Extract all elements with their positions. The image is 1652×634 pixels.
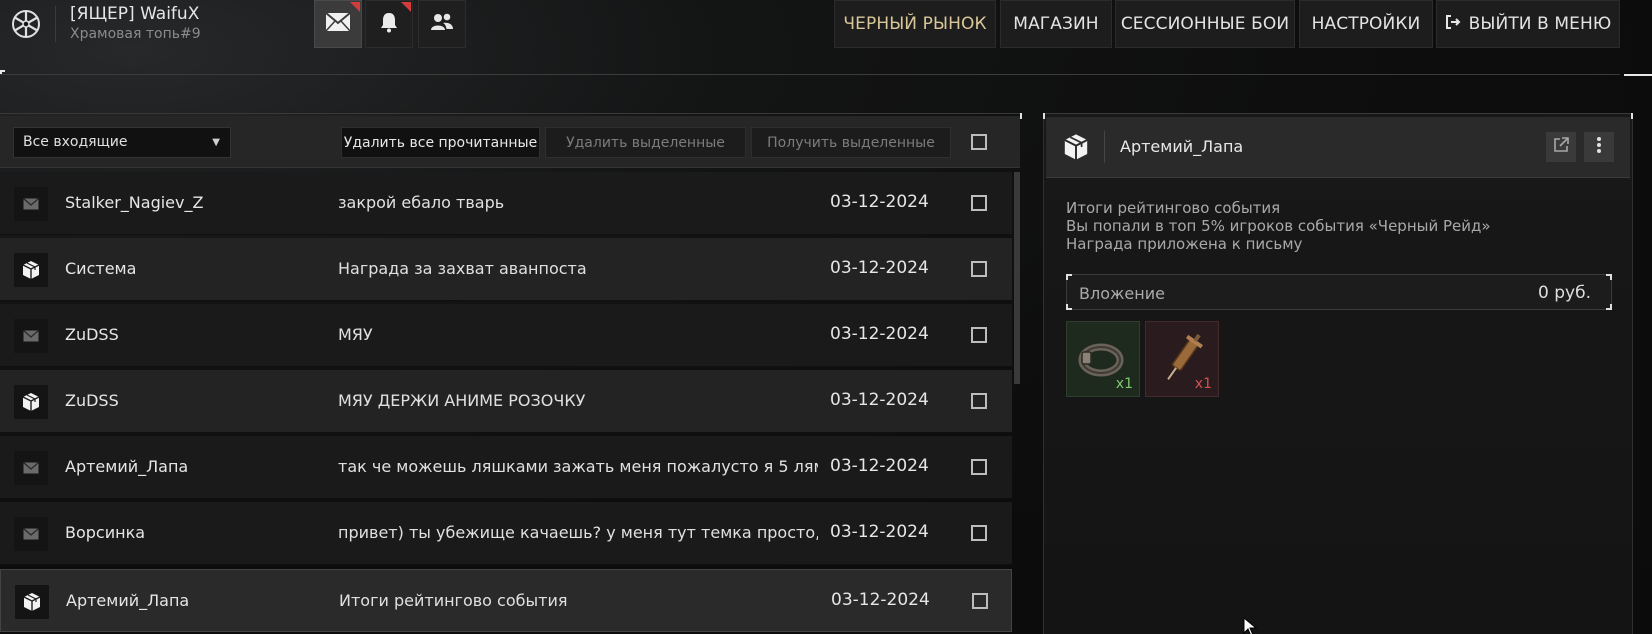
get-selected-button[interactable]: Получить выделенные	[751, 127, 951, 158]
frame-corner	[1631, 113, 1633, 119]
message-date: 03-12-2024	[830, 192, 929, 212]
message-subject: так че можешь ляшками зажать меня пожалу…	[338, 457, 818, 476]
delete-all-read-button[interactable]: Удалить все прочитанные	[341, 127, 540, 158]
message-subject: Итоги рейтингово события	[339, 591, 568, 610]
attachment-bar: Вложение 0 руб.	[1066, 274, 1612, 310]
player-rank: Храмовая топь#9	[70, 26, 201, 42]
message-row[interactable]: Артемий_Лапа так че можешь ляшками зажат…	[0, 436, 1012, 499]
mail-notification-badge	[350, 2, 360, 12]
select-all-checkbox[interactable]	[971, 134, 987, 150]
message-date: 03-12-2024	[830, 456, 929, 476]
frame-corner	[1020, 113, 1022, 119]
open-external-button[interactable]	[1546, 132, 1576, 162]
message-sender: Ворсинка	[65, 523, 146, 542]
nav-settings[interactable]: НАСТРОЙКИ	[1299, 0, 1433, 48]
exit-label: ВЫЙТИ В МЕНЮ	[1468, 14, 1612, 34]
message-list: Stalker_Nagiev_Z закрой ебало тварь 03-1…	[0, 172, 1012, 634]
exit-icon	[1445, 14, 1461, 35]
message-subject: МЯУ	[338, 325, 373, 344]
message-body: Итоги рейтингово события Вы попали в топ…	[1066, 199, 1606, 253]
message-row[interactable]: Ворсинка привет) ты убежище качаешь? у м…	[0, 502, 1012, 565]
message-subject: закрой ебало тварь	[338, 193, 505, 212]
message-body-line: Итоги рейтингово события	[1066, 199, 1281, 217]
exit-to-menu-button[interactable]: ВЫЙТИ В МЕНЮ	[1436, 0, 1620, 48]
message-sender: ZuDSS	[65, 391, 119, 410]
message-row[interactable]: Система Награда за захват аванпоста 03-1…	[0, 238, 1012, 301]
message-date: 03-12-2024	[830, 258, 929, 278]
message-subject: привет) ты убежище качаешь? у меня тут т…	[338, 523, 818, 542]
game-logo-icon[interactable]	[10, 8, 42, 40]
frame-corner	[1043, 113, 1045, 119]
friends-button[interactable]	[418, 0, 466, 48]
caret-down-icon: ▼	[212, 137, 220, 148]
message-row[interactable]: ZuDSS МЯУ ДЕРЖИ АНИМЕ РОЗОЧКУ 03-12-2024	[0, 370, 1012, 433]
message-detail-header: Артемий_Лапа	[1046, 117, 1630, 178]
package-icon	[14, 385, 48, 419]
message-date: 03-12-2024	[830, 522, 929, 542]
message-sender: Артемий_Лапа	[66, 591, 190, 610]
header-divider	[1104, 131, 1105, 163]
bell-notification-badge	[401, 2, 411, 12]
external-link-icon	[1552, 136, 1570, 158]
header-divider	[0, 74, 1620, 75]
message-subject: МЯУ ДЕРЖИ АНИМЕ РОЗОЧКУ	[338, 391, 586, 410]
mouse-cursor-icon	[1243, 616, 1258, 634]
attachment-item[interactable]: x1	[1066, 321, 1140, 397]
message-checkbox[interactable]	[971, 327, 987, 343]
message-date: 03-12-2024	[830, 324, 929, 344]
nav-session-battles[interactable]: СЕССИОННЫЕ БОИ	[1115, 0, 1295, 48]
nav-shop[interactable]: МАГАЗИН	[1000, 0, 1112, 48]
message-checkbox[interactable]	[971, 195, 987, 211]
package-icon	[1060, 131, 1092, 163]
envelope-icon	[14, 451, 48, 485]
notifications-button[interactable]	[365, 0, 413, 48]
inbox-frame-line	[0, 113, 1022, 114]
message-row[interactable]: Stalker_Nagiev_Z закрой ебало тварь 03-1…	[0, 172, 1012, 235]
attachment-value: 0 руб.	[1538, 283, 1591, 303]
message-body-line: Вы попали в топ 5% игроков события «Черн…	[1066, 217, 1491, 235]
detail-frame-line	[1043, 113, 1633, 114]
envelope-icon	[14, 187, 48, 221]
message-checkbox[interactable]	[972, 593, 988, 609]
message-list-scrollbar[interactable]	[1014, 172, 1020, 384]
message-subject: Награда за захват аванпоста	[338, 259, 587, 278]
frame-corner	[1624, 74, 1652, 76]
message-row-selected[interactable]: Артемий_Лапа Итоги рейтингово события 03…	[0, 569, 1012, 632]
message-date: 03-12-2024	[831, 590, 930, 610]
message-date: 03-12-2024	[830, 390, 929, 410]
top-bar: [ЯЩЕР] WaifuX Храмовая топь#9 ЧЕРНЫЙ РЫН…	[0, 0, 1652, 49]
inbox-filter-select[interactable]: Все входящие ▼	[13, 127, 231, 158]
message-body-line: Награда приложена к письму	[1066, 235, 1303, 253]
attachment-item[interactable]: x1	[1145, 321, 1219, 397]
message-checkbox[interactable]	[971, 459, 987, 475]
delete-selected-button[interactable]: Удалить выделенные	[545, 127, 746, 158]
player-name: [ЯЩЕР] WaifuX	[70, 4, 200, 24]
friends-icon	[430, 12, 454, 36]
item-quantity: x1	[1194, 376, 1212, 392]
detail-sender: Артемий_Лапа	[1120, 137, 1244, 156]
message-sender: Артемий_Лапа	[65, 457, 189, 476]
message-sender: Stalker_Nagiev_Z	[65, 193, 204, 212]
message-checkbox[interactable]	[971, 525, 987, 541]
more-options-button[interactable]	[1584, 132, 1614, 162]
nav-black-market[interactable]: ЧЕРНЫЙ РЫНОК	[834, 0, 996, 48]
message-sender: ZuDSS	[65, 325, 119, 344]
mail-icon	[325, 12, 351, 36]
message-row[interactable]: ZuDSS МЯУ 03-12-2024	[0, 304, 1012, 367]
message-checkbox[interactable]	[971, 261, 987, 277]
envelope-icon	[14, 319, 48, 353]
package-icon	[15, 585, 49, 619]
package-icon	[14, 253, 48, 287]
message-checkbox[interactable]	[971, 393, 987, 409]
attachment-label: Вложение	[1079, 284, 1165, 303]
logo-divider	[55, 6, 56, 42]
item-quantity: x1	[1115, 376, 1133, 392]
bell-icon	[379, 11, 399, 37]
inbox-filter-value: Все входящие	[23, 134, 128, 150]
envelope-icon	[14, 517, 48, 551]
mail-button[interactable]	[314, 0, 362, 48]
kebab-menu-icon	[1596, 136, 1602, 158]
inbox-toolbar: Все входящие ▼ Удалить все прочитанные У…	[0, 116, 1020, 168]
message-sender: Система	[65, 259, 137, 278]
